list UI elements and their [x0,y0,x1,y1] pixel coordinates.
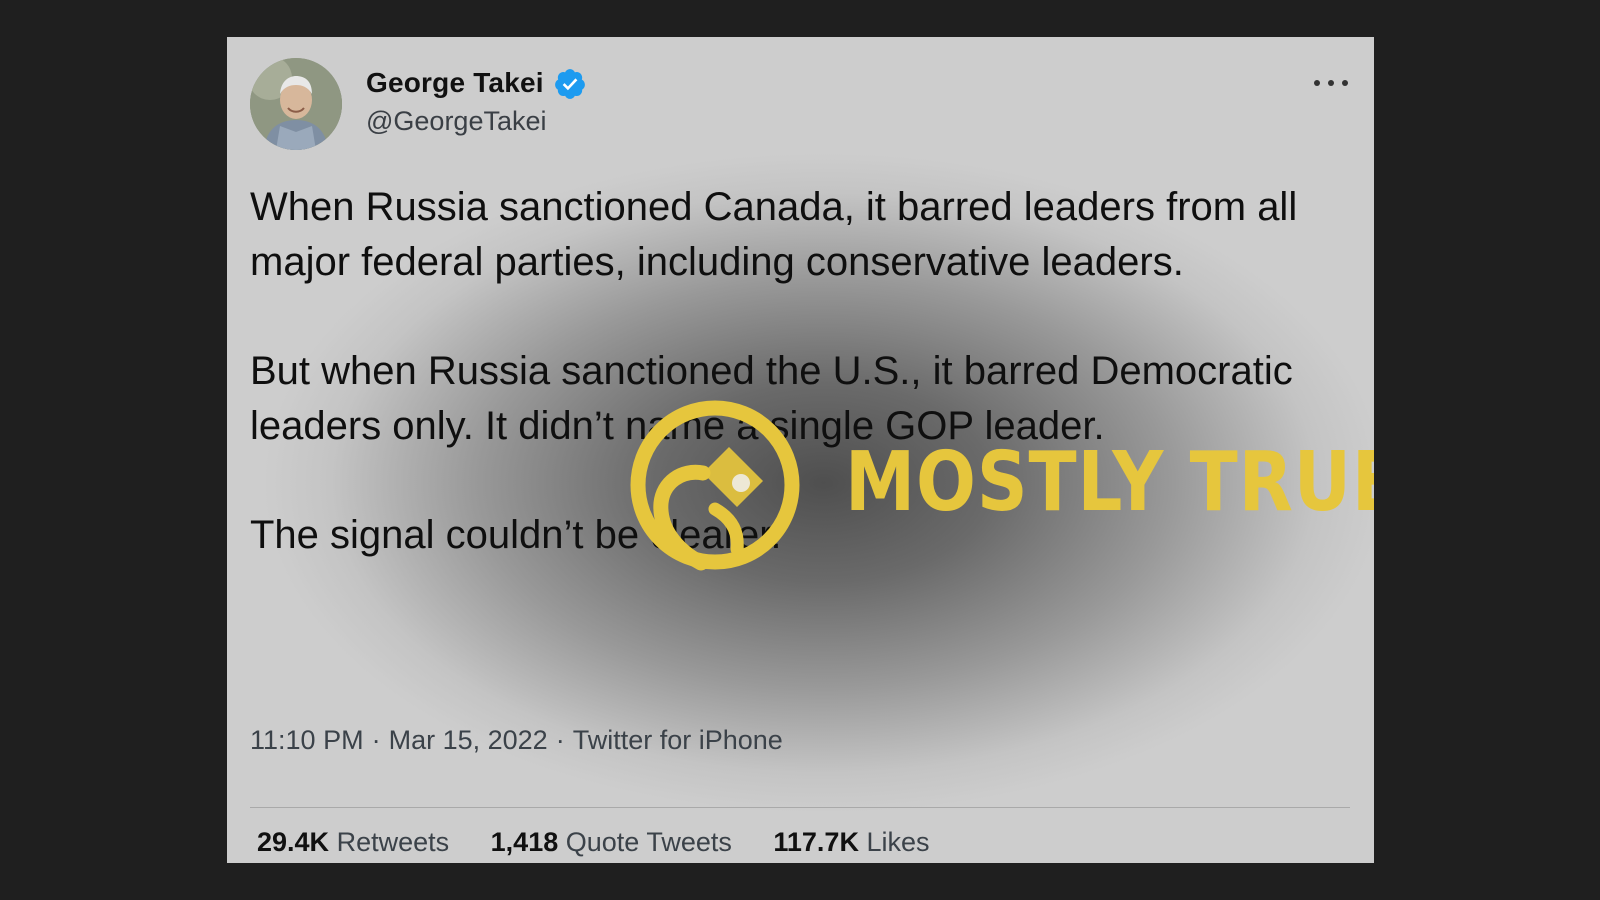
tweet-paragraph: When Russia sanctioned Canada, it barred… [250,185,1298,284]
author-avatar[interactable] [250,58,342,150]
more-dot [1328,80,1334,86]
truth-meter-logo-icon [630,400,800,571]
tweet-time[interactable]: 11:10 PM [250,725,364,755]
engagement-stats: 29.4K Retweets 1,418 Quote Tweets 117.7K… [257,827,964,858]
more-horizontal-icon [1314,80,1320,86]
more-dot [1342,80,1348,86]
quote-tweets-label: Quote Tweets [565,827,732,857]
tweet-card: George Takei @GeorgeTakei When Russia sa… [227,37,1374,863]
page-background: George Takei @GeorgeTakei When Russia sa… [0,0,1600,900]
author-handle[interactable]: @GeorgeTakei [366,106,547,137]
tweet-metadata: 11:10 PM · Mar 15, 2022 · Twitter for iPhone [250,725,783,756]
retweets-label: Retweets [336,827,450,857]
quote-tweets-stat[interactable]: 1,418 Quote Tweets [491,827,732,858]
divider [250,807,1350,808]
likes-count: 117.7K [773,827,859,857]
retweets-stat[interactable]: 29.4K Retweets [257,827,449,858]
tweet-date[interactable]: Mar 15, 2022 [389,725,548,755]
likes-stat[interactable]: 117.7K Likes [773,827,929,858]
tweet-source[interactable]: Twitter for iPhone [573,725,783,755]
likes-label: Likes [866,827,930,857]
rating-label: MOSTLY TRUE [845,435,1374,530]
author-name[interactable]: George Takei [366,67,544,99]
more-options-button[interactable] [1314,73,1348,93]
quote-tweets-count: 1,418 [490,827,559,857]
meta-separator: · [371,725,381,755]
verified-badge-icon [555,69,585,99]
meta-separator: · [555,725,565,755]
rating-overlay: MOSTLY TRUE [629,399,1374,574]
avatar-portrait-icon [250,58,342,150]
retweets-count: 29.4K [257,827,330,857]
